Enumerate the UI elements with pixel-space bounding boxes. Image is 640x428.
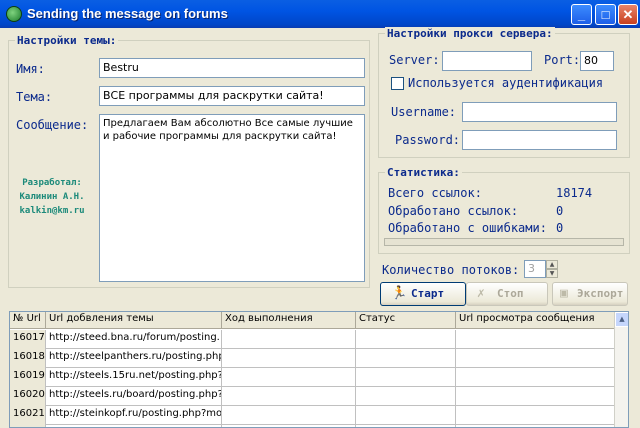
message-field[interactable]: Предлагаем Вам абсолютно Все самые лучши… <box>99 114 365 282</box>
proxy-settings-title: Настройки прокси сервера: <box>385 27 555 40</box>
auth-label: Используется аудентификация <box>408 76 604 90</box>
error-links-value: 0 <box>556 221 564 235</box>
auth-checkbox[interactable] <box>391 77 404 90</box>
table-row[interactable]: 16019 http://steels.15ru.net/posting.php? <box>10 368 616 387</box>
threads-label: Количество потоков: <box>382 263 520 277</box>
cell-status[interactable] <box>356 387 456 406</box>
credits: Разработал: Калинин А.Н. kalkin@km.ru <box>12 176 92 218</box>
stop-button[interactable]: ✗ Стоп <box>466 282 548 306</box>
name-field[interactable]: Bestru <box>99 58 365 78</box>
message-label: Сообщение: <box>16 118 89 132</box>
server-field[interactable] <box>442 51 532 71</box>
error-links-label: Обработано с ошибками: <box>388 221 547 235</box>
cell-view-url[interactable] <box>456 406 616 425</box>
cell-add-url[interactable]: http://steels.ru/board/posting.php? <box>46 387 222 406</box>
server-label: Server: <box>389 53 440 67</box>
subject-label: Тема: <box>16 90 53 104</box>
col-header-add-url[interactable]: Url добвления темы <box>46 312 222 329</box>
col-header-status[interactable]: Статус <box>356 312 456 329</box>
username-label: Username: <box>391 105 457 119</box>
cell-url-number[interactable]: 16018 <box>10 349 46 368</box>
username-field[interactable] <box>462 102 617 122</box>
cell-url-number[interactable]: 16017 <box>10 330 46 349</box>
cell-view-url[interactable] <box>456 368 616 387</box>
table-row[interactable]: 16021 http://steinkopf.ru/posting.php?mo <box>10 406 616 425</box>
stop-x-icon: ✗ <box>477 286 485 301</box>
spin-up-icon[interactable]: ▲ <box>546 260 558 269</box>
progress-bar <box>384 238 624 246</box>
app-window: Sending the message on forums _ □ ✕ Наст… <box>0 0 640 428</box>
cell-progress[interactable] <box>222 387 356 406</box>
window-title: Sending the message on forums <box>27 6 228 21</box>
table-row[interactable]: 16017 http://steed.bna.ru/forum/posting. <box>10 330 616 349</box>
cell-add-url[interactable]: http://steed.bna.ru/forum/posting. <box>46 330 222 349</box>
password-field[interactable] <box>462 130 617 150</box>
cell-progress[interactable] <box>222 368 356 387</box>
threads-spinner-input[interactable]: 3 <box>524 260 546 278</box>
cell-add-url[interactable]: http://steels.15ru.net/posting.php? <box>46 368 222 387</box>
cell-add-url[interactable]: http://steinkopf.ru/posting.php?mo <box>46 406 222 425</box>
export-button[interactable]: ▣ Экспорт <box>552 282 628 306</box>
scroll-up-icon[interactable]: ▲ <box>615 312 628 327</box>
cell-url-number[interactable]: 16019 <box>10 368 46 387</box>
title-bar[interactable]: Sending the message on forums _ □ ✕ <box>0 0 640 28</box>
statistics-title: Статистика: <box>385 166 462 179</box>
topic-settings-title: Настройки темы: <box>15 34 119 47</box>
port-label: Port: <box>544 53 581 67</box>
start-button-label: Старт <box>411 287 445 300</box>
total-links-label: Всего ссылок: <box>388 186 482 200</box>
col-header-progress[interactable]: Ход выполнения <box>222 312 356 329</box>
cell-status[interactable] <box>356 368 456 387</box>
col-header-url-number[interactable]: № Url <box>10 312 46 329</box>
cell-status[interactable] <box>356 406 456 425</box>
cell-progress[interactable] <box>222 349 356 368</box>
table-row[interactable]: 16018 http://steelpanthers.ru/posting.php <box>10 349 616 368</box>
minimize-button[interactable]: _ <box>571 4 592 25</box>
grid-header: № Url Url добвления темы Ход выполнения … <box>10 312 628 329</box>
credits-line: Разработал: <box>22 178 82 188</box>
total-links-value: 18174 <box>556 186 593 200</box>
password-label: Password: <box>395 133 461 147</box>
cell-status[interactable] <box>356 349 456 368</box>
cell-url-number[interactable]: 16020 <box>10 387 46 406</box>
port-field[interactable]: 80 <box>580 51 614 71</box>
credits-author: Калинин А.Н. <box>19 192 85 202</box>
close-button[interactable]: ✕ <box>618 4 638 25</box>
processed-links-label: Обработано ссылок: <box>388 204 519 218</box>
running-man-icon: 🏃 <box>391 286 408 301</box>
start-button[interactable]: 🏃 Старт <box>380 282 466 306</box>
cell-status[interactable] <box>356 330 456 349</box>
cell-url-number[interactable]: 16021 <box>10 406 46 425</box>
globe-icon <box>6 6 22 22</box>
spin-down-icon[interactable]: ▼ <box>546 269 558 278</box>
table-row[interactable]: 16020 http://steels.ru/board/posting.php? <box>10 387 616 406</box>
export-button-label: Экспорт <box>577 287 624 300</box>
stop-button-label: Стоп <box>497 287 524 300</box>
cell-add-url[interactable]: http://steelpanthers.ru/posting.php <box>46 349 222 368</box>
vertical-scrollbar[interactable]: ▲ <box>614 312 628 427</box>
maximize-button[interactable]: □ <box>595 4 616 25</box>
cell-view-url[interactable] <box>456 330 616 349</box>
cell-progress[interactable] <box>222 406 356 425</box>
floppy-icon: ▣ <box>560 286 568 301</box>
cell-view-url[interactable] <box>456 349 616 368</box>
cell-progress[interactable] <box>222 330 356 349</box>
name-label: Имя: <box>16 62 45 76</box>
cell-view-url[interactable] <box>456 387 616 406</box>
subject-field[interactable]: ВСЕ программы для раскрутки сайта! <box>99 86 365 106</box>
col-header-view-url[interactable]: Url просмотра сообщения <box>456 312 616 329</box>
credits-email: kalkin@km.ru <box>19 206 85 216</box>
forum-url-grid[interactable]: № Url Url добвления темы Ход выполнения … <box>9 311 629 428</box>
processed-links-value: 0 <box>556 204 564 218</box>
